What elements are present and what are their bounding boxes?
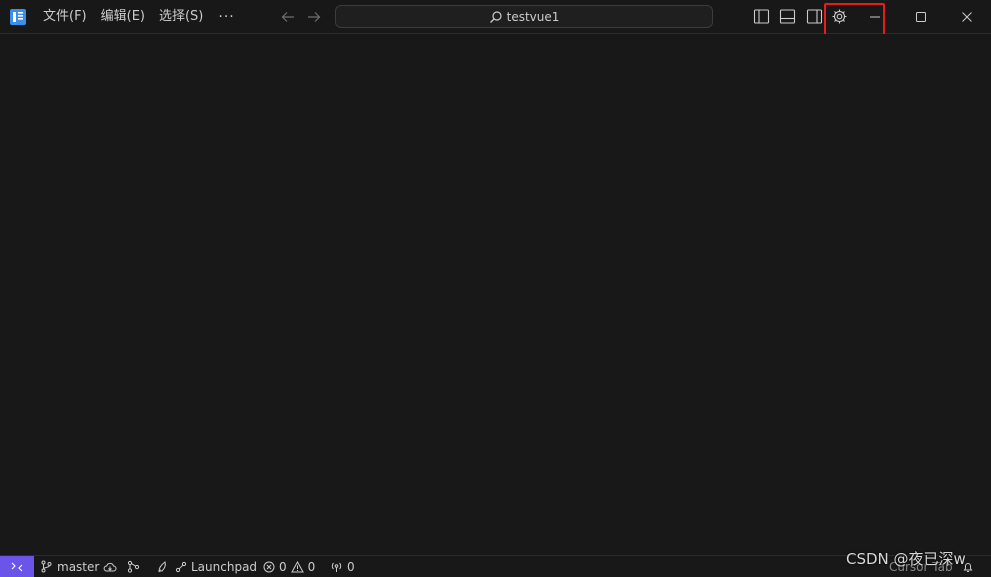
menu-file[interactable]: 文件(F) [36, 0, 94, 34]
menu-more-button[interactable]: ··· [210, 9, 242, 25]
source-control-graph[interactable] [127, 556, 140, 577]
menu-bar: 文件(F) 编辑(E) 选择(S) ··· [36, 0, 243, 34]
warning-icon [290, 560, 304, 572]
branch-name: master [57, 559, 100, 574]
problems-status[interactable]: 0 0 [263, 556, 315, 577]
command-center-search[interactable]: testvue1 [335, 5, 713, 28]
warning-count: 0 [307, 559, 316, 574]
branch-status[interactable]: master [40, 556, 117, 577]
error-count: 0 [279, 559, 287, 574]
cloud-sync-icon [103, 562, 117, 571]
rocket-icon [158, 561, 166, 573]
close-icon [962, 12, 972, 22]
error-icon [263, 561, 275, 572]
app-logo-icon [10, 9, 26, 25]
minimize-button[interactable] [852, 0, 898, 34]
remote-icon [11, 562, 23, 571]
maximize-button[interactable] [898, 0, 944, 34]
menu-selection[interactable]: 选择(S) [152, 0, 210, 34]
editor-area[interactable] [0, 34, 991, 555]
search-text: testvue1 [506, 9, 560, 24]
toggle-panel-icon[interactable] [779, 8, 796, 25]
menu-edit[interactable]: 编辑(E) [94, 0, 152, 34]
launchpad-status[interactable]: Launchpad [157, 556, 257, 577]
forward-arrow-icon[interactable] [305, 8, 323, 26]
broadcast-icon [331, 562, 342, 572]
status-bar: master Launchpad 0 0 0 Cursor Tab [0, 555, 991, 577]
launchpad-label: Launchpad [191, 559, 258, 574]
gear-icon[interactable] [831, 8, 848, 25]
ports-count: 0 [347, 559, 355, 574]
git-graph-icon [127, 560, 140, 573]
maximize-icon [916, 12, 926, 22]
ports-status[interactable]: 0 [330, 556, 355, 577]
pull-request-icon [175, 561, 187, 572]
close-button[interactable] [944, 0, 990, 34]
back-arrow-icon[interactable] [279, 8, 297, 26]
toggle-primary-sidebar-icon[interactable] [753, 8, 770, 25]
search-icon [489, 10, 502, 23]
title-bar: 文件(F) 编辑(E) 选择(S) ··· testvue1 [0, 0, 991, 34]
toggle-secondary-sidebar-icon[interactable] [806, 8, 823, 25]
watermark: CSDN @夜已深w [846, 550, 966, 568]
git-branch-icon [41, 560, 52, 573]
remote-indicator[interactable] [0, 556, 34, 577]
minimize-icon [870, 16, 880, 18]
